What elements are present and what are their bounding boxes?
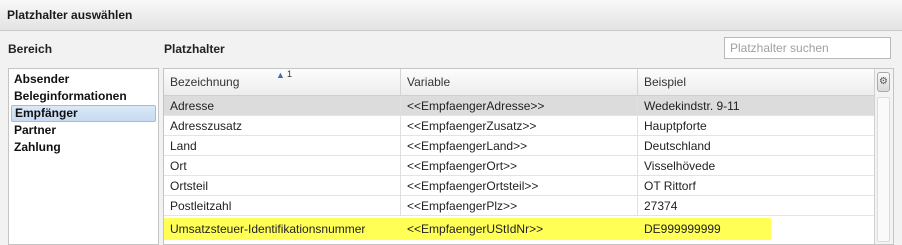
cell-beispiel: Wedekindstr. 9-11 — [638, 96, 875, 116]
bereich-list: Absender Beleginformationen Empfänger Pa… — [8, 68, 159, 245]
cell-beispiel: 27374 — [638, 196, 875, 216]
bereich-item-partner[interactable]: Partner — [11, 122, 156, 139]
bereich-item-absender[interactable]: Absender — [11, 71, 156, 88]
search-input[interactable] — [724, 37, 891, 59]
cell-bezeichnung: Land — [164, 136, 401, 156]
title-bar: Platzhalter auswählen — [0, 0, 902, 31]
cell-bezeichnung: Adresse — [164, 96, 401, 116]
cell-beispiel: Deutschland — [638, 136, 875, 156]
bereich-label: Bereich — [8, 42, 53, 56]
bereich-item-zahlung[interactable]: Zahlung — [11, 139, 156, 156]
column-header-beispiel[interactable]: Beispiel — [638, 69, 875, 95]
bereich-item-empfaenger[interactable]: Empfänger — [11, 105, 156, 122]
table-row[interactable]: Postleitzahl <<EmpfaengerPlz>> 27374 — [164, 196, 875, 216]
cell-beispiel: DE999999999 — [644, 222, 721, 236]
cell-variable: <<EmpfaengerLand>> — [401, 136, 638, 156]
cell-beispiel: Visselhövede — [638, 156, 875, 176]
bereich-item-beleginformationen[interactable]: Beleginformationen — [11, 88, 156, 105]
column-header-label: Bezeichnung — [170, 75, 240, 89]
table-header: Bezeichnung ▲ 1 Variable Beispiel — [164, 69, 875, 96]
column-header-variable[interactable]: Variable — [401, 69, 638, 95]
placeholder-table: Bezeichnung ▲ 1 Variable Beispiel Adress… — [163, 68, 894, 245]
table-row[interactable]: Land <<EmpfaengerLand>> Deutschland — [164, 136, 875, 156]
cell-bezeichnung: Umsatzsteuer-Identifikationsnummer — [170, 222, 366, 236]
window-title: Platzhalter auswählen — [7, 8, 133, 22]
cell-variable: <<EmpfaengerOrtsteil>> — [401, 176, 638, 196]
platzhalter-label: Platzhalter — [164, 42, 225, 56]
table-row[interactable]: Ort <<EmpfaengerOrt>> Visselhövede — [164, 156, 875, 176]
cell-bezeichnung: Ort — [164, 156, 401, 176]
cell-bezeichnung: Ortsteil — [164, 176, 401, 196]
cell-variable: <<EmpfaengerZusatz>> — [401, 116, 638, 136]
cell-beispiel: OT Rittorf — [638, 176, 875, 196]
column-header-label: Variable — [407, 75, 451, 89]
cell-bezeichnung: Postleitzahl — [164, 196, 401, 216]
table-row[interactable]: Ortsteil <<EmpfaengerOrtsteil>> OT Ritto… — [164, 176, 875, 196]
column-header-bezeichnung[interactable]: Bezeichnung ▲ 1 — [164, 69, 401, 95]
table-scrollbar[interactable]: ⚙ — [874, 69, 893, 244]
cell-variable: <<EmpfaengerOrt>> — [401, 156, 638, 176]
cell-beispiel: Hauptpforte — [638, 116, 875, 136]
cell-variable: <<EmpfaengerAdresse>> — [401, 96, 638, 116]
gear-icon[interactable]: ⚙ — [877, 72, 890, 92]
cell-variable: <<EmpfaengerPlz>> — [401, 196, 638, 216]
table-row[interactable]: Adresszusatz <<EmpfaengerZusatz>> Hauptp… — [164, 116, 875, 136]
table-row[interactable]: Adresse <<EmpfaengerAdresse>> Wedekindst… — [164, 96, 875, 116]
scroll-track[interactable] — [877, 97, 890, 242]
cell-variable: <<EmpfaengerUStIdNr>> — [407, 222, 544, 236]
table-row[interactable]: Umsatzsteuer-Identifikationsnummer <<Emp… — [164, 218, 875, 238]
sort-order-number: 1 — [287, 69, 293, 79]
cell-bezeichnung: Adresszusatz — [164, 116, 401, 136]
column-header-label: Beispiel — [644, 75, 687, 89]
sort-ascending-icon: ▲ — [276, 70, 285, 80]
